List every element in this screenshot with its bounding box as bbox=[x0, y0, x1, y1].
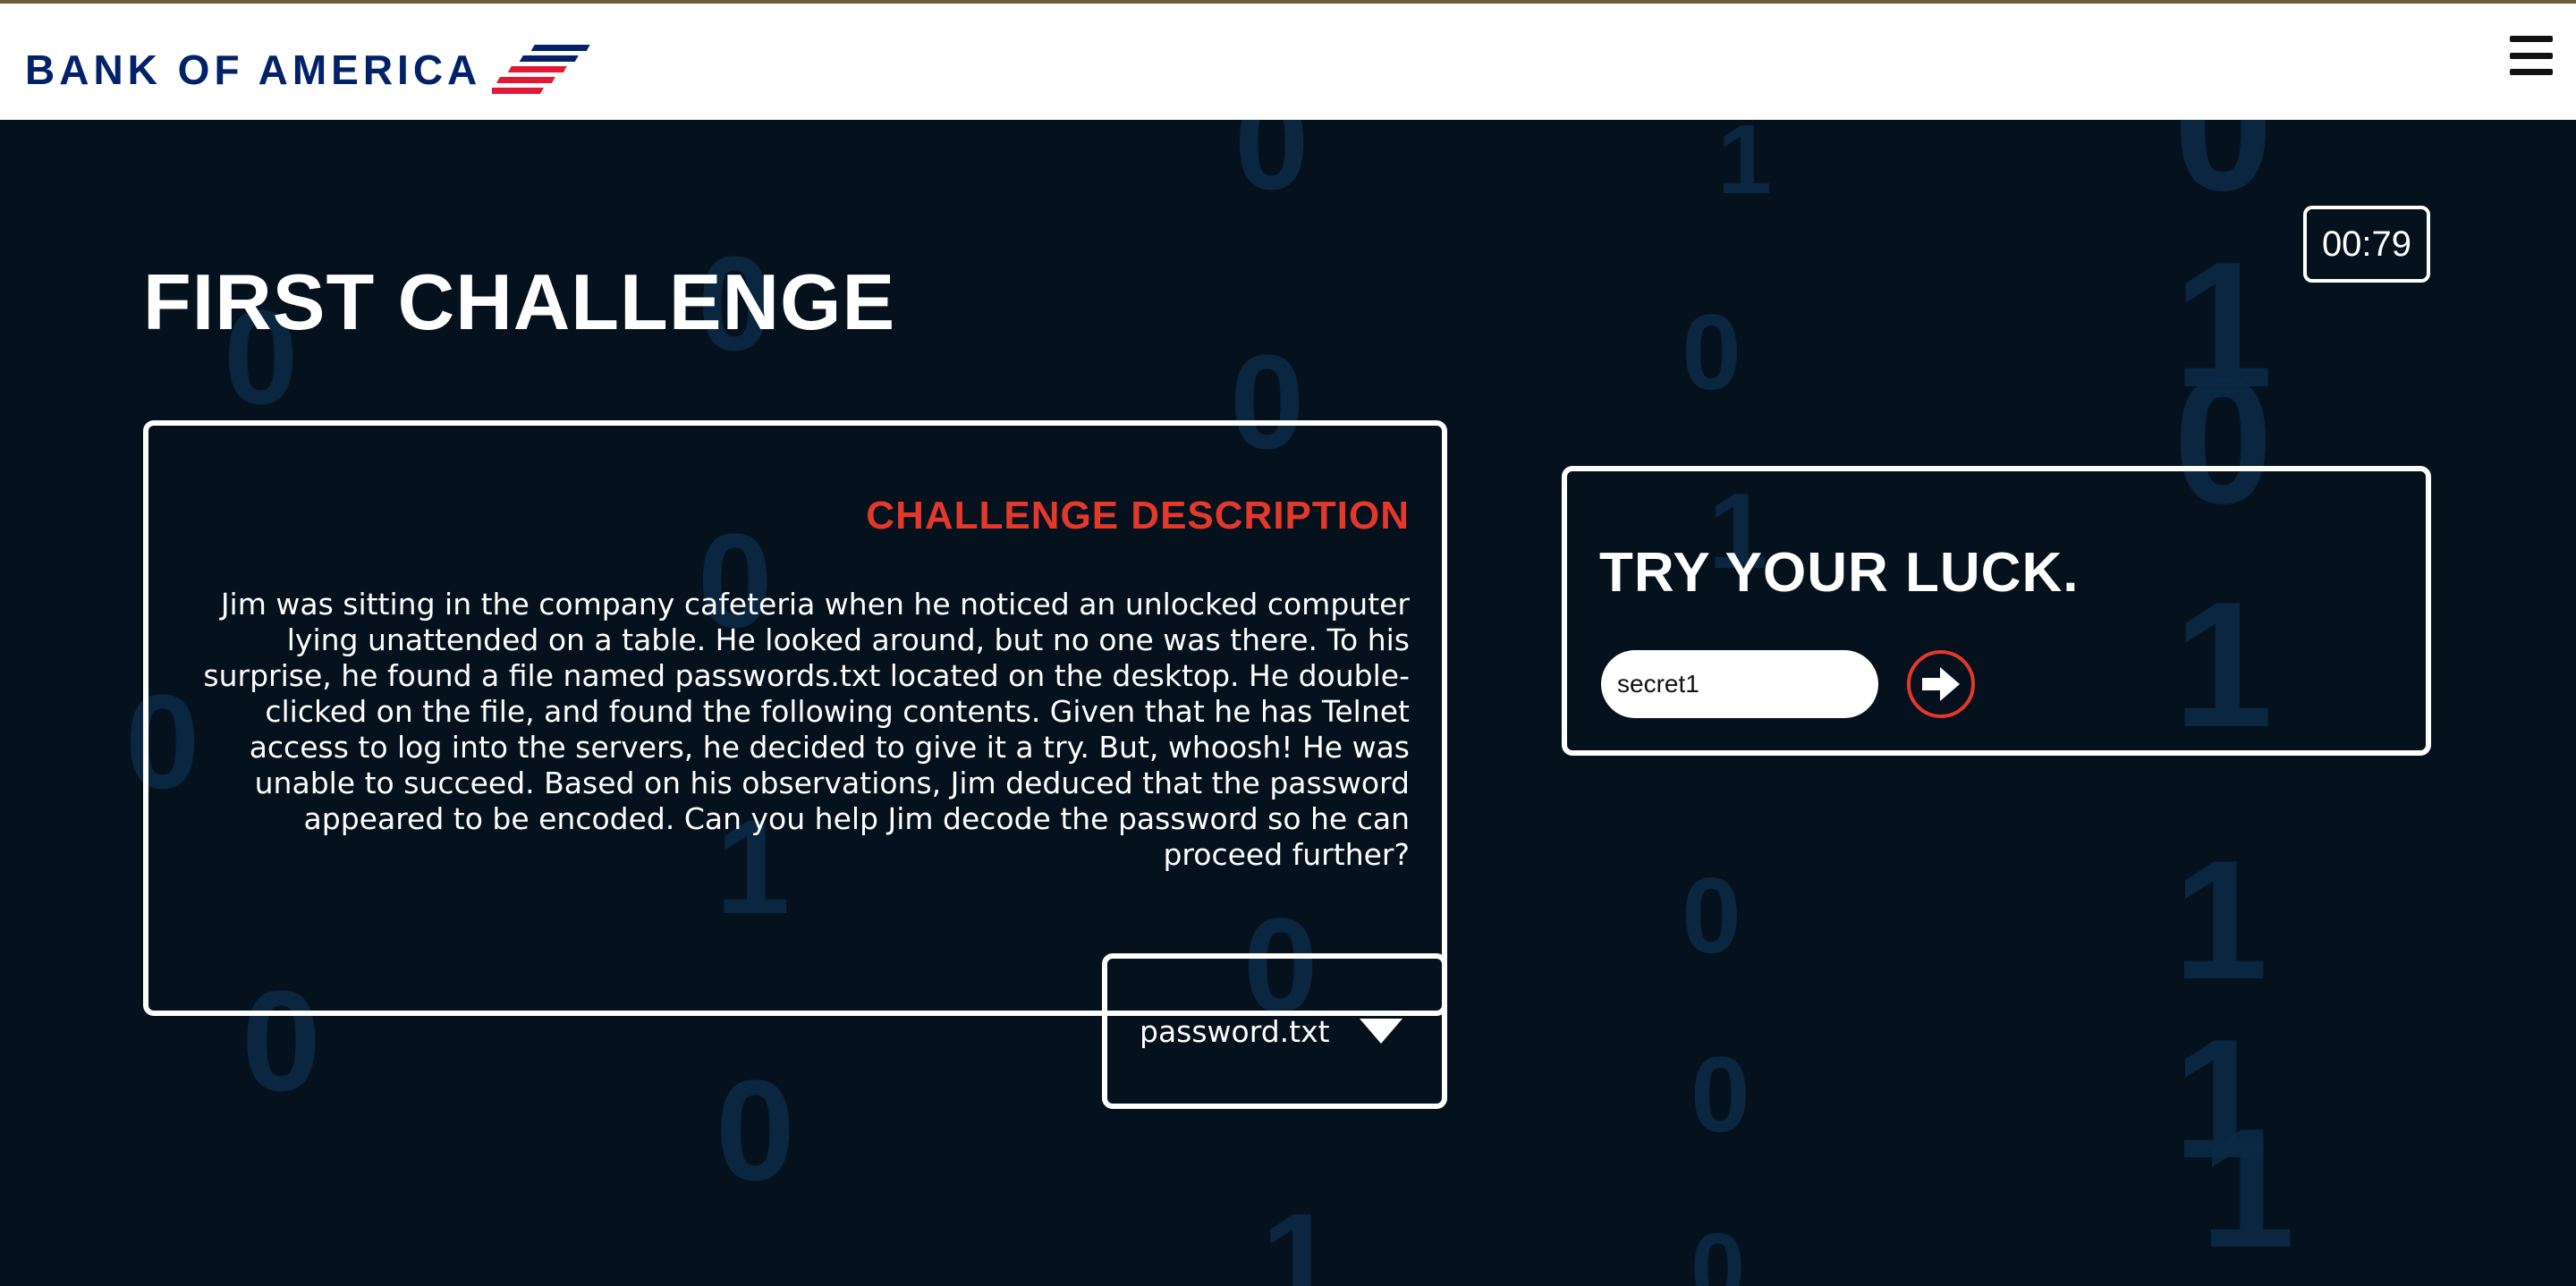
bg-digit: 1 bbox=[2200, 1094, 2295, 1283]
bg-digit: 0 bbox=[1234, 120, 1309, 217]
page-title: FIRST CHALLENGE bbox=[143, 258, 896, 346]
challenge-description-panel: CHALLENGE DESCRIPTION Jim was sitting in… bbox=[143, 420, 1447, 1016]
logo-wordmark: BANK OF AMERICA bbox=[25, 47, 482, 93]
menu-bar bbox=[2510, 52, 2553, 59]
password-input[interactable] bbox=[1601, 650, 1878, 718]
answer-panel: TRY YOUR LUCK. bbox=[1562, 466, 2431, 756]
file-dropdown-label: password.txt bbox=[1140, 1013, 1330, 1049]
bg-digit: 1 bbox=[2174, 825, 2268, 1015]
bg-digit: 1 bbox=[1261, 1185, 1336, 1286]
bg-digit: 0 bbox=[2174, 120, 2274, 228]
password-file-dropdown[interactable]: password.txt bbox=[1102, 953, 1447, 1109]
submit-button[interactable] bbox=[1907, 650, 1975, 718]
menu-bar bbox=[2510, 36, 2553, 42]
bg-digit: 1 bbox=[2174, 225, 2274, 425]
caret-down-icon bbox=[1360, 1019, 1402, 1044]
arrow-right-icon bbox=[1922, 667, 1960, 701]
bg-digit: 0 bbox=[1690, 1214, 1746, 1286]
bg-digit: 1 bbox=[1717, 120, 1773, 215]
challenge-description-heading: CHALLENGE DESCRIPTION bbox=[866, 494, 1410, 537]
answer-heading: TRY YOUR LUCK. bbox=[1599, 542, 2080, 604]
challenge-page: 0 0 0 0 0 0 0 0 1 1 1 0 0 0 0 0 1 1 1 1 … bbox=[0, 120, 2576, 1286]
flag-logo-icon bbox=[492, 45, 590, 94]
menu-bar bbox=[2510, 69, 2553, 75]
bg-digit: 0 bbox=[716, 1050, 795, 1210]
bg-digit: 0 bbox=[1682, 856, 1741, 976]
bg-digit: 0 bbox=[1690, 1035, 1750, 1155]
countdown-timer: 00:79 bbox=[2303, 206, 2430, 283]
bg-digit: 1 bbox=[2174, 1004, 2268, 1194]
challenge-description-text: Jim was sitting in the company cafeteria… bbox=[203, 587, 1410, 872]
bank-logo[interactable]: BANK OF AMERICA bbox=[25, 34, 590, 106]
site-header: BANK OF AMERICA bbox=[0, 4, 2576, 120]
hamburger-menu-icon[interactable] bbox=[2510, 36, 2553, 75]
bg-digit: 0 bbox=[1682, 292, 1741, 412]
